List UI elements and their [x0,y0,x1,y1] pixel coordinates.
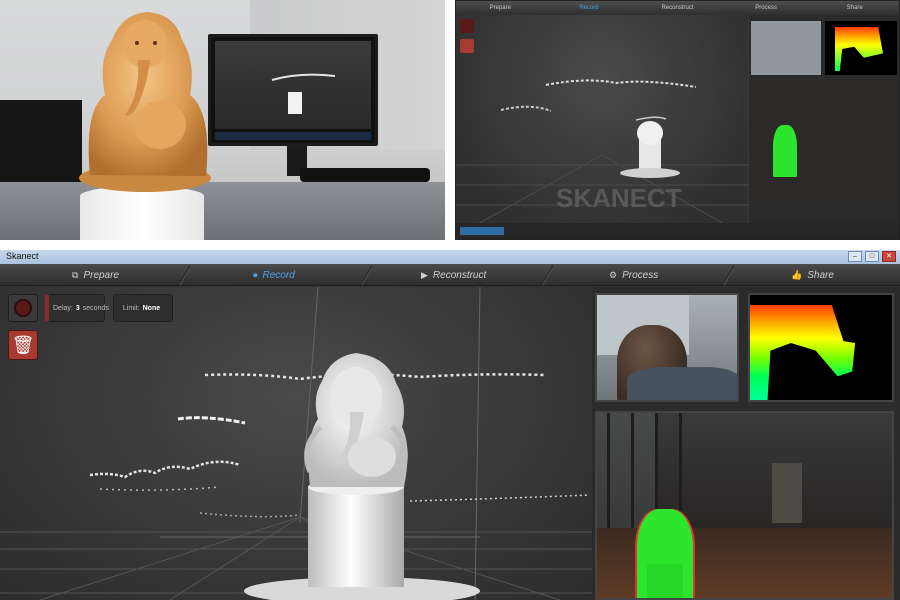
limit-value: None [142,304,161,312]
small-delete-button [460,39,474,53]
record-button[interactable] [8,294,38,322]
window-title: Skanect [6,251,39,261]
prepare-icon: ⧉ [72,269,79,280]
tab-process[interactable]: ⚙ Process [609,264,658,286]
maximize-button[interactable]: □ [865,251,879,262]
process-icon: ⚙ [609,269,618,280]
tab-record-label: Record [262,269,295,281]
small-tab-bar: Prepare Record Reconstruct Process Share [456,1,899,15]
tab-share[interactable]: 👍 Share [791,264,834,286]
close-button[interactable]: ✕ [882,251,896,262]
small-tab-record[interactable]: Record [545,1,634,15]
small-record-button [460,19,474,33]
small-tab-reconstruct[interactable]: Reconstruct [633,1,722,15]
record-icon: ⏺ [253,269,258,280]
small-watermark: SKANECT [556,183,682,213]
tab-reconstruct[interactable]: ▶ Reconstruct [421,264,486,286]
ganesha-statue-photo [79,12,336,192]
delay-setting[interactable]: Delay: 3 seconds [45,294,109,322]
small-tab-share[interactable]: Share [810,1,899,15]
tab-prepare[interactable]: ⧉ Prepare [72,264,119,286]
tab-process-label: Process [622,269,659,281]
live-reconstruction-feed [595,411,894,600]
small-camera-view [751,21,821,75]
small-depth-view [825,21,897,75]
scan-pedestal-cylinder [308,487,404,587]
tab-prepare-label: Prepare [83,269,120,281]
small-3d-viewport[interactable]: SKANECT [456,15,748,226]
main-skanect-window: Skanect – □ ✕ ⧉ Prepare ⏺ Record ▶ Recon… [0,250,900,600]
small-progress-bar [460,227,504,235]
tab-separator [724,264,734,286]
small-tab-process[interactable]: Process [722,1,811,15]
tab-reconstruct-label: Reconstruct [432,269,487,281]
window-title-bar: Skanect – □ ✕ [0,250,900,264]
tab-separator [180,264,190,286]
small-skanect-screenshot: Prepare Record Reconstruct Process Share… [455,0,900,240]
reconstruct-icon: ▶ [421,269,428,280]
limit-label: Limit: [122,304,140,312]
trash-icon: 🗑 [11,335,35,355]
setup-photo [0,0,445,240]
small-room-view [751,81,897,199]
tab-record[interactable]: ⏺ Record [253,264,295,286]
delay-label: Delay: [53,304,73,312]
share-icon: 👍 [791,269,803,280]
3d-scan-viewport[interactable]: 🗑 Delay: 3 seconds Limit: None [0,287,592,600]
delete-button[interactable]: 🗑 [8,330,38,360]
small-status-bar [456,223,899,239]
small-side-panel [749,15,899,225]
minimize-button[interactable]: – [848,251,862,262]
tab-separator [362,264,372,286]
tab-share-label: Share [807,269,834,281]
workflow-tab-bar: ⧉ Prepare ⏺ Record ▶ Reconstruct ⚙ Proce… [0,264,900,286]
color-camera-feed [595,293,739,402]
sensor-feeds-panel [592,287,900,600]
delay-unit: seconds [82,304,109,312]
depth-map [750,305,856,400]
depth-camera-feed [748,293,894,402]
delay-value: 3 [75,304,80,312]
record-icon [14,299,32,317]
small-tab-prepare[interactable]: Prepare [456,1,545,15]
tab-separator [543,264,553,286]
tracked-statue-highlight [637,509,693,598]
limit-setting[interactable]: Limit: None [113,294,173,322]
